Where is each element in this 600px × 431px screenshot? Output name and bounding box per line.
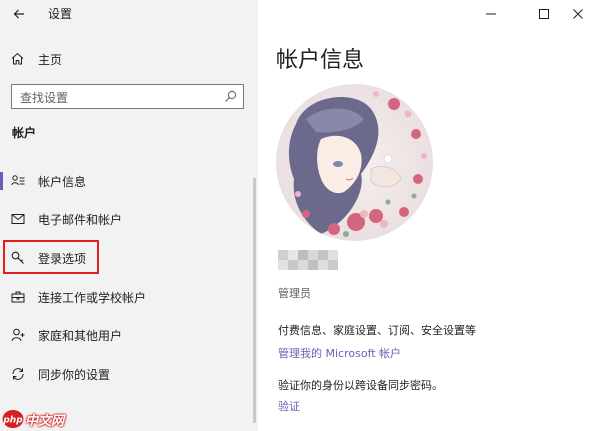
sidebar-item-label: 家庭和其他用户 (38, 329, 123, 343)
app-title: 设置 (48, 7, 73, 21)
main-panel: 帐户信息 管理员 付费信息、家庭设置、订阅、安全设置等 管理我的 Microso… (258, 0, 600, 431)
sidebar-item-label: 连接工作或学校帐户 (38, 291, 147, 305)
sidebar-item-sync[interactable]: 同步你的设置 (0, 358, 255, 390)
maximize-icon (539, 9, 549, 19)
mail-icon (11, 214, 25, 224)
svg-text:php: php (2, 416, 23, 426)
account-info-icon (11, 175, 25, 186)
php-logo-icon: php (2, 410, 24, 428)
minimize-icon (486, 13, 496, 15)
search-icon[interactable] (224, 90, 237, 103)
home-icon (11, 52, 24, 65)
home-label: 主页 (38, 53, 63, 67)
back-button[interactable] (8, 3, 30, 25)
avatar (276, 84, 433, 241)
avatar-image (276, 84, 433, 241)
watermark: php 中文网 (2, 408, 64, 430)
section-title: 帐户 (12, 126, 37, 140)
close-button[interactable] (561, 0, 595, 28)
search-placeholder: 查找设置 (20, 91, 69, 105)
account-name-redacted (278, 250, 338, 270)
maximize-button[interactable] (527, 0, 561, 28)
account-role: 管理员 (278, 287, 311, 300)
minimize-button[interactable] (474, 0, 508, 28)
sidebar-item-label: 同步你的设置 (38, 368, 111, 382)
verify-description: 验证你的身份以跨设备同步密码。 (278, 379, 443, 392)
arrow-left-icon (13, 9, 24, 19)
watermark-text: 中文网 (25, 413, 65, 429)
sidebar-scrollbar[interactable] (253, 178, 256, 423)
billing-description: 付费信息、家庭设置、订阅、安全设置等 (278, 324, 476, 337)
briefcase-icon (11, 291, 25, 303)
sidebar-item-label: 帐户信息 (38, 175, 87, 189)
sync-icon (12, 368, 24, 380)
highlight-annotation (3, 240, 99, 274)
sidebar-item-home[interactable]: 主页 (0, 44, 258, 72)
sidebar: 设置 主页 查找设置 帐户 帐户信息 电子邮件和帐户 登录选项 连接工作或学校帐… (0, 0, 258, 431)
manage-microsoft-account-link[interactable]: 管理我的 Microsoft 帐户 (278, 345, 401, 361)
close-icon (573, 9, 583, 19)
sidebar-item-account-info[interactable]: 帐户信息 (0, 165, 255, 197)
sidebar-item-work-school[interactable]: 连接工作或学校帐户 (0, 281, 255, 313)
selection-indicator (0, 172, 3, 190)
person-add-icon (11, 328, 25, 342)
search-input[interactable]: 查找设置 (11, 84, 244, 109)
verify-link[interactable]: 验证 (278, 398, 300, 414)
sidebar-item-family[interactable]: 家庭和其他用户 (0, 319, 255, 351)
sidebar-item-label: 电子邮件和帐户 (38, 213, 123, 227)
page-title: 帐户信息 (276, 48, 365, 73)
sidebar-item-email-accounts[interactable]: 电子邮件和帐户 (0, 203, 255, 235)
